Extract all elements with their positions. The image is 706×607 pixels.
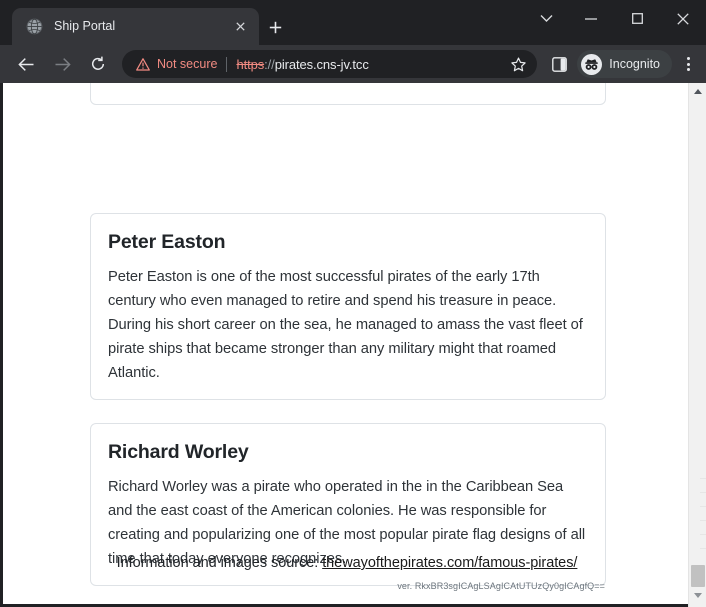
pirate-card-partial — [90, 83, 606, 105]
new-tab-button[interactable] — [262, 14, 288, 40]
incognito-profile-button[interactable]: Incognito — [577, 50, 672, 78]
scroll-down-arrow-icon — [693, 593, 702, 598]
incognito-label: Incognito — [609, 57, 660, 71]
globe-icon — [26, 18, 43, 35]
source-link[interactable]: thewayofthepirates.com/famous-pirates/ — [322, 555, 577, 571]
tab-title: Ship Portal — [54, 20, 116, 33]
tab-search-chevron-icon[interactable] — [524, 0, 568, 37]
page-viewport: Peter Easton Peter Easton is one of the … — [0, 83, 706, 607]
warning-triangle-icon — [136, 57, 150, 71]
security-status-text: Not secure — [157, 57, 218, 71]
menu-dot — [686, 57, 690, 60]
window-controls — [524, 0, 706, 37]
chrome-menu-icon[interactable] — [674, 50, 702, 78]
scroll-up-arrow-icon — [693, 89, 702, 94]
forward-button[interactable] — [47, 49, 77, 79]
tab-strip: Ship Portal — [0, 0, 706, 45]
scroll-mark — [700, 534, 706, 535]
web-page: Peter Easton Peter Easton is one of the … — [3, 83, 691, 604]
scroll-mark — [700, 520, 706, 521]
scroll-mark — [700, 478, 706, 479]
version-string: ver. RkxBR3sgICAgLSAgICAtUTUzQy0gICAgfQ=… — [397, 581, 605, 591]
browser-tab-ship-portal[interactable]: Ship Portal — [12, 8, 259, 45]
bookmark-star-icon[interactable] — [505, 51, 531, 77]
menu-dot — [686, 68, 690, 71]
card-title: Peter Easton — [108, 231, 226, 253]
browser-toolbar: Not secure https://pirates.cns-jv.tcc In… — [0, 45, 706, 83]
url-scheme: https — [236, 56, 265, 72]
url-text: https://pirates.cns-jv.tcc — [236, 57, 368, 72]
tab-close-icon[interactable] — [229, 16, 251, 38]
scroll-mark — [700, 492, 706, 493]
scroll-thumb[interactable] — [691, 565, 705, 587]
menu-dot — [686, 62, 690, 66]
side-panel-icon[interactable] — [545, 50, 573, 78]
reload-button[interactable] — [83, 49, 113, 79]
close-button[interactable] — [660, 0, 706, 37]
incognito-spy-icon — [581, 53, 603, 75]
minimize-button[interactable] — [568, 0, 614, 37]
url-separator: :// — [264, 56, 275, 72]
page-scrollbar[interactable] — [688, 83, 706, 607]
scroll-mark — [700, 548, 706, 549]
maximize-button[interactable] — [614, 0, 660, 37]
back-button[interactable] — [11, 49, 41, 79]
browser-window: Ship Portal Not secure https://pirates.c… — [0, 0, 706, 607]
pirate-card-peter-easton: Peter Easton Peter Easton is one of the … — [90, 213, 606, 401]
footer-source-label: Information and images source: — [116, 555, 323, 571]
url-host: pirates.cns-jv.tcc — [274, 56, 369, 72]
omnibox-divider — [226, 56, 228, 72]
scroll-mark — [700, 506, 706, 507]
scroll-up-button[interactable] — [689, 83, 706, 100]
address-bar[interactable]: Not secure https://pirates.cns-jv.tcc — [122, 50, 538, 78]
scrollbar-track-marks — [689, 478, 706, 568]
card-title: Richard Worley — [108, 441, 249, 463]
page-footer: Information and images source: thewayoft… — [3, 554, 691, 572]
card-body: Peter Easton is one of the most successf… — [108, 269, 583, 382]
scroll-down-button[interactable] — [689, 587, 706, 604]
